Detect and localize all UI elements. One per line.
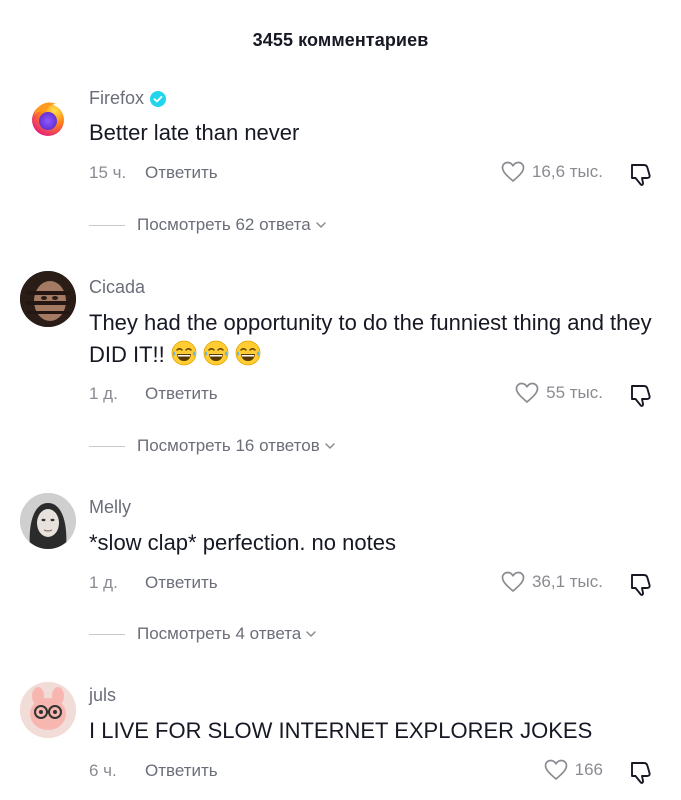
comment-username-row: Cicada bbox=[89, 277, 145, 298]
view-replies-label: Посмотреть 16 ответов bbox=[137, 436, 320, 455]
like-count: 55 тыс. bbox=[546, 383, 603, 402]
heart-icon bbox=[501, 571, 525, 592]
avatar[interactable] bbox=[20, 493, 76, 549]
comment-text: *slow clap* perfection. no notes bbox=[89, 530, 396, 555]
comment-username[interactable]: Cicada bbox=[89, 277, 145, 298]
laughing-emoji-icon bbox=[203, 340, 229, 366]
comment-meta: 6 ч. Ответить bbox=[89, 761, 218, 781]
like-button[interactable]: 55 тыс. bbox=[515, 382, 603, 404]
view-replies-button[interactable]: Посмотреть 62 ответа bbox=[89, 215, 327, 235]
divider-line bbox=[89, 445, 125, 447]
dislike-icon[interactable] bbox=[628, 382, 654, 408]
avatar[interactable] bbox=[20, 271, 76, 327]
avatar-image bbox=[20, 493, 76, 549]
heart-icon bbox=[515, 382, 539, 403]
comment-meta: 1 д. Ответить bbox=[89, 573, 218, 593]
comment-meta: 1 д. Ответить bbox=[89, 384, 218, 404]
chevron-down-icon bbox=[306, 631, 317, 637]
heart-icon bbox=[501, 161, 525, 182]
comment-time: 1 д. bbox=[89, 573, 118, 592]
avatar-image bbox=[20, 682, 76, 738]
reply-button[interactable]: Ответить bbox=[145, 573, 218, 593]
chevron-down-icon bbox=[325, 443, 335, 449]
dislike-icon[interactable] bbox=[628, 759, 654, 785]
dislike-icon[interactable] bbox=[628, 571, 654, 597]
reply-button[interactable]: Ответить bbox=[145, 761, 218, 781]
avatar[interactable] bbox=[20, 90, 76, 146]
comment-meta: 15 ч. Ответить bbox=[89, 163, 218, 183]
like-button[interactable]: 36,1 тыс. bbox=[501, 571, 603, 593]
laughing-emoji-icon bbox=[171, 340, 197, 366]
divider-line bbox=[89, 224, 125, 226]
like-count: 166 bbox=[574, 760, 603, 779]
like-button[interactable]: 16,6 тыс. bbox=[501, 161, 603, 183]
view-replies-label: Посмотреть 4 ответа bbox=[137, 624, 302, 643]
divider-line bbox=[89, 633, 125, 635]
verified-badge-icon bbox=[150, 90, 167, 107]
comment-time: 15 ч. bbox=[89, 163, 127, 182]
view-replies-button[interactable]: Посмотреть 16 ответов bbox=[89, 436, 336, 456]
comment-username-row: juls bbox=[89, 685, 116, 706]
firefox-logo-icon bbox=[20, 90, 76, 146]
view-replies-button[interactable]: Посмотреть 4 ответа bbox=[89, 624, 317, 644]
avatar[interactable] bbox=[20, 682, 76, 738]
laughing-emoji-icon bbox=[235, 340, 261, 366]
comment-text-block: They had the opportunity to do the funni… bbox=[89, 307, 659, 371]
comment-username[interactable]: Firefox bbox=[89, 88, 144, 109]
reply-button[interactable]: Ответить bbox=[145, 384, 218, 404]
comment-username[interactable]: Melly bbox=[89, 497, 131, 518]
comment-username-row: Melly bbox=[89, 497, 131, 518]
comments-count-title: 3455 комментариев bbox=[252, 30, 429, 50]
view-replies-label: Посмотреть 62 ответа bbox=[137, 215, 311, 234]
comment-username[interactable]: juls bbox=[89, 685, 116, 706]
comment-time: 6 ч. bbox=[89, 761, 117, 780]
reply-button[interactable]: Ответить bbox=[145, 163, 218, 183]
avatar-image bbox=[20, 271, 76, 327]
like-count: 36,1 тыс. bbox=[531, 572, 603, 591]
comment-username-row: Firefox bbox=[89, 88, 167, 109]
like-count: 16,6 тыс. bbox=[531, 162, 603, 181]
comment-text: Better late than never bbox=[89, 120, 300, 145]
comment-time: 1 д. bbox=[89, 384, 118, 403]
heart-icon bbox=[544, 759, 567, 780]
chevron-down-icon bbox=[315, 222, 326, 228]
dislike-icon[interactable] bbox=[628, 161, 654, 187]
comment-text: I LIVE FOR SLOW INTERNET EXPLORER JOKES bbox=[89, 718, 593, 743]
like-button[interactable]: 166 bbox=[544, 759, 603, 781]
emoji-group bbox=[171, 340, 267, 367]
